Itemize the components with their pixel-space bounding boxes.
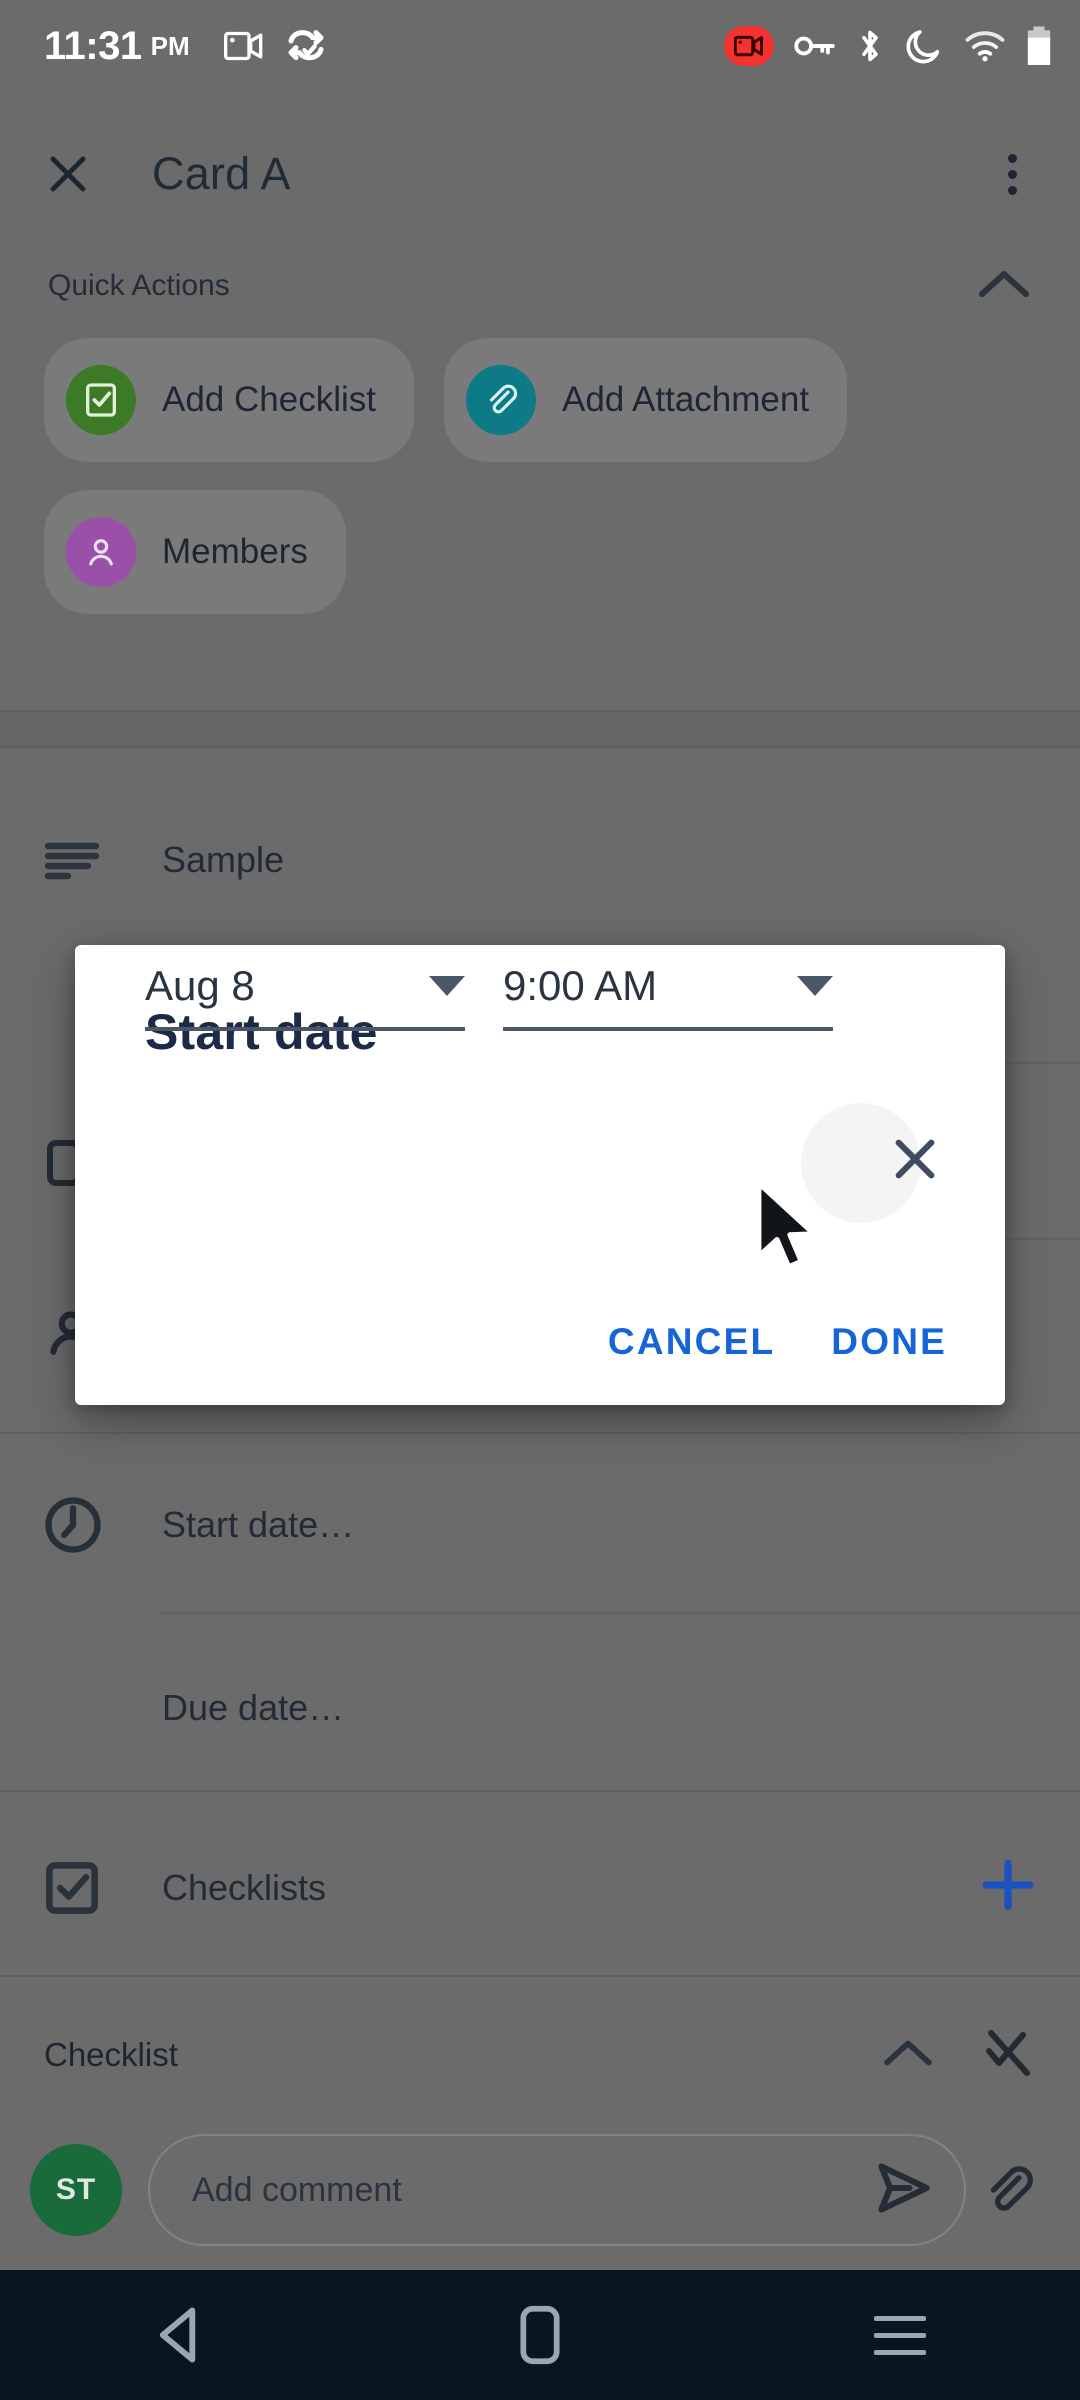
- menu-dot: [1007, 185, 1017, 195]
- avatar[interactable]: ST: [30, 2144, 122, 2236]
- checklist-group-title: Checklist: [44, 2036, 178, 2073]
- divider: [0, 1975, 1080, 1977]
- checklist-group-header[interactable]: Checklist: [0, 2000, 1080, 2110]
- comment-input-container[interactable]: Add comment: [148, 2134, 966, 2246]
- clock-icon: [44, 1496, 116, 1554]
- home-rounded-rect-icon[interactable]: [480, 2290, 600, 2380]
- quick-actions-header[interactable]: Quick Actions: [0, 248, 1080, 324]
- checklists-section-row[interactable]: Checklists: [0, 1805, 1080, 1970]
- send-icon[interactable]: [872, 2160, 934, 2221]
- dialog-actions: CANCEL DONE: [608, 1321, 947, 1363]
- card-row-description[interactable]: Sample: [0, 790, 1080, 930]
- battery-icon: [1027, 26, 1051, 65]
- divider: [160, 1612, 1080, 1614]
- status-bar-left-icons: [223, 29, 326, 63]
- quick-actions-title: Quick Actions: [48, 269, 230, 302]
- recents-line: [874, 2332, 926, 2338]
- checklist-icon: [66, 365, 136, 435]
- section-band: [0, 712, 1080, 746]
- quick-action-chip-row: Members: [0, 490, 1080, 614]
- cancel-button[interactable]: CANCEL: [608, 1321, 775, 1363]
- recents-line: [874, 2349, 926, 2355]
- time-dropdown[interactable]: 9:00 AM: [503, 945, 833, 1031]
- close-icon[interactable]: [40, 146, 96, 202]
- status-bar-ampm: PM: [150, 30, 190, 61]
- quick-action-chip-row: Add Checklist Add Attachment: [0, 338, 1080, 462]
- more-vertical-icon[interactable]: [984, 146, 1040, 202]
- status-bar-time: 11:31: [44, 24, 142, 68]
- plus-icon[interactable]: [980, 1857, 1036, 1918]
- chevron-up-icon[interactable]: [976, 264, 1032, 309]
- wifi-icon: [965, 31, 1005, 62]
- divider: [0, 1432, 1080, 1434]
- recents-lines-icon[interactable]: [840, 2290, 960, 2380]
- checklists-label: Checklists: [162, 1866, 327, 1908]
- back-triangle-icon[interactable]: [120, 2290, 240, 2380]
- close-icon: [895, 1139, 935, 1179]
- app-bar: Card A: [0, 118, 1080, 230]
- divider: [0, 1790, 1080, 1792]
- card-row-start-date[interactable]: Start date…: [0, 1445, 1080, 1605]
- comment-bar: ST Add comment: [0, 2110, 1080, 2270]
- clear-date-button[interactable]: [887, 1131, 943, 1192]
- card-row-due-date[interactable]: Due date…: [0, 1625, 1080, 1790]
- time-value: 9:00 AM: [503, 962, 658, 1009]
- quick-action-chip-label: Add Checklist: [162, 380, 376, 419]
- card-row-label: Start date…: [162, 1504, 355, 1545]
- status-bar: 11:31 PM: [0, 0, 1080, 92]
- do-not-disturb-moon-icon: [906, 30, 940, 64]
- bluetooth-icon: [862, 30, 878, 62]
- quick-action-chip-label: Members: [162, 532, 308, 571]
- vpn-key-icon: [794, 36, 835, 56]
- menu-dot: [1007, 153, 1017, 163]
- hide-checked-items-icon[interactable]: [978, 2027, 1036, 2084]
- paperclip-icon[interactable]: [966, 2161, 1050, 2219]
- done-button[interactable]: DONE: [831, 1321, 947, 1363]
- dropdown-caret-icon: [797, 976, 833, 996]
- card-row-label: Due date…: [162, 1686, 345, 1728]
- quick-action-chip-add-checklist[interactable]: Add Checklist: [44, 338, 414, 462]
- quick-action-chip-add-attachment[interactable]: Add Attachment: [443, 338, 848, 462]
- divider: [0, 746, 1080, 748]
- date-value: Aug 8: [145, 962, 255, 1009]
- status-bar-right-icons: [724, 25, 1052, 67]
- comment-placeholder: Add comment: [192, 2170, 402, 2209]
- quick-action-chip-members[interactable]: Members: [44, 490, 346, 614]
- sync-check-icon: [288, 30, 324, 61]
- start-date-dialog: Start date Aug 8 9:00 AM CANCEL DONE: [75, 945, 1005, 1405]
- quick-action-chip-label: Add Attachment: [561, 380, 810, 419]
- card-row-label: Sample: [162, 839, 285, 880]
- video-camera-icon: [223, 31, 262, 61]
- person-icon: [66, 517, 136, 587]
- screen-record-badge-icon: [724, 26, 774, 66]
- system-navigation-bar: [0, 2270, 1080, 2400]
- phone-screen: 11:31 PM Card A Quick Actions Add Checkl…: [0, 0, 1080, 2400]
- description-icon: [44, 836, 116, 884]
- dropdown-caret-icon: [429, 976, 465, 996]
- menu-dot: [1007, 169, 1017, 179]
- recents-line: [874, 2315, 926, 2321]
- page-title: Card A: [152, 148, 291, 199]
- paperclip-icon: [465, 365, 536, 435]
- chevron-up-icon[interactable]: [880, 2034, 936, 2077]
- checkbox-icon: [44, 1860, 116, 1916]
- date-dropdown[interactable]: Aug 8: [145, 945, 465, 1031]
- quick-actions-section: Quick Actions Add Checklist Add Attachme…: [0, 248, 1080, 614]
